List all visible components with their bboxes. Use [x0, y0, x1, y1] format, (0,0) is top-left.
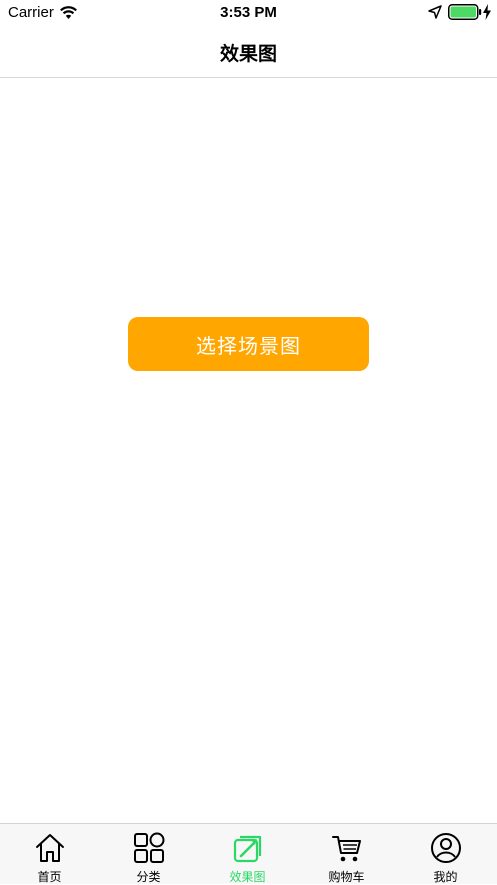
cart-icon — [331, 836, 361, 862]
navigation-bar: 效果图 — [0, 26, 497, 78]
tab-label: 效果图 — [229, 870, 266, 884]
page-title: 效果图 — [219, 43, 277, 65]
tab-bar: 首页 分类 效果图 购物车 我的 — [0, 823, 497, 884]
tab-category[interactable]: 分类 — [99, 824, 198, 884]
battery-icon — [448, 4, 482, 20]
rendering-icon — [233, 835, 261, 863]
tab-cart[interactable]: 购物车 — [297, 824, 396, 884]
location-arrow-icon — [428, 5, 442, 19]
select-scene-button[interactable]: 选择场景图 — [128, 317, 369, 371]
tab-label: 我的 — [433, 870, 458, 884]
tab-label: 分类 — [136, 870, 161, 884]
home-icon — [35, 834, 64, 862]
user-icon — [430, 833, 461, 863]
tab-profile[interactable]: 我的 — [396, 824, 495, 884]
status-time: 3:53 PM — [220, 4, 277, 21]
tab-home[interactable]: 首页 — [0, 824, 99, 884]
tab-label: 购物车 — [328, 870, 365, 884]
status-bar: Carrier 3:53 PM — [0, 0, 497, 26]
tab-label: 首页 — [37, 870, 62, 884]
tab-rendering[interactable]: 效果图 — [198, 824, 297, 884]
charging-bolt-icon — [483, 4, 491, 20]
category-grid-icon — [133, 832, 164, 863]
